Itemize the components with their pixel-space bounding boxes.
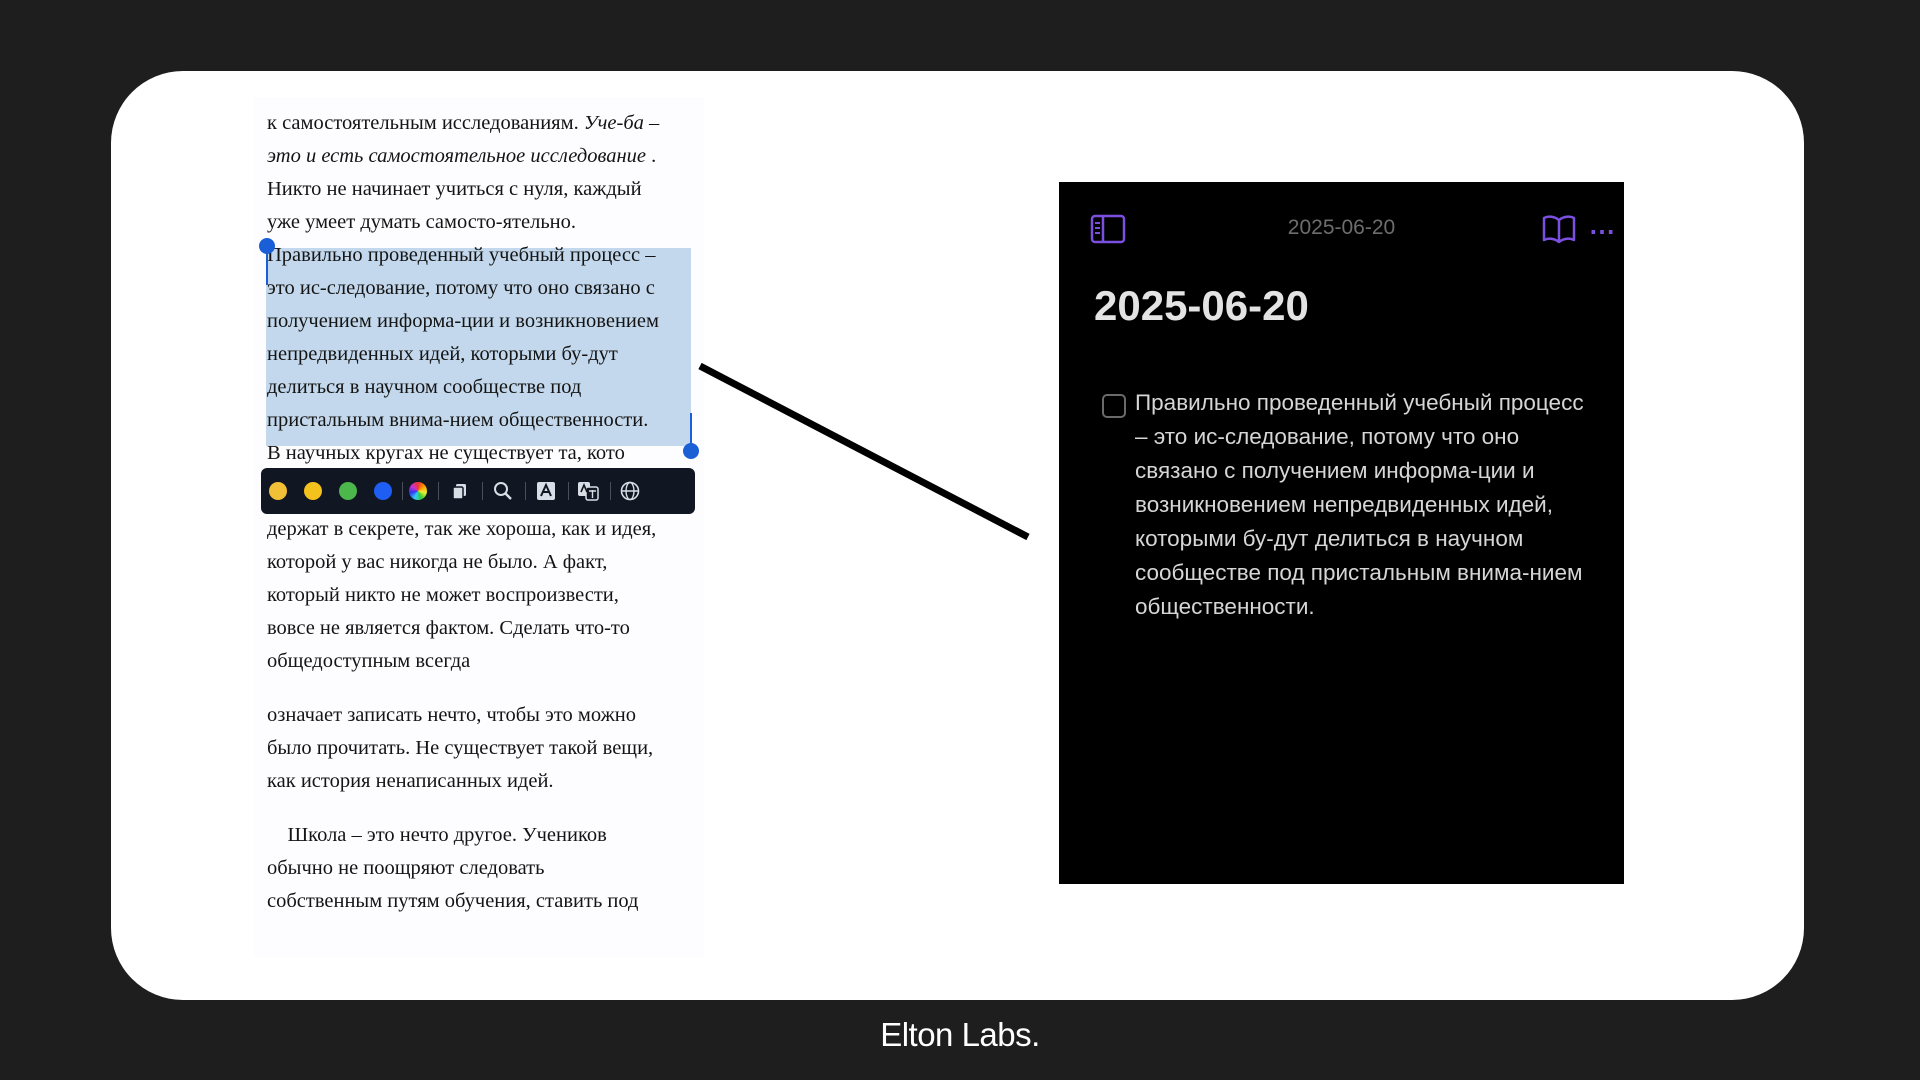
slide-card: к самостоятельным исследованиям. Уче-ба …: [111, 71, 1804, 1000]
note-title: 2025-06-20: [1094, 282, 1309, 329]
reading-mode-icon[interactable]: [1542, 214, 1576, 249]
notes-app-window: 2025-06-20 ⋯ 2025-06-20 Правильно провед…: [1059, 182, 1624, 884]
task-text-line: – это ис-следование, потому что оно: [1135, 424, 1520, 449]
task-text-line: которыми бу-дут делиться в научном: [1135, 526, 1524, 551]
task-text-line: возникновением непредвиденных идей,: [1135, 492, 1553, 517]
task-text-line: связано с получением информа-ции и: [1135, 458, 1535, 483]
task-text-line: общественности.: [1135, 594, 1315, 619]
more-options-icon[interactable]: ⋯: [1589, 216, 1616, 247]
task-text-line: сообществе под пристальным внима-нием: [1135, 560, 1583, 585]
task-text-line: Правильно проведенный учебный процесс: [1135, 390, 1584, 415]
header-date: 2025-06-20: [1287, 216, 1396, 239]
task-checkbox[interactable]: [1102, 394, 1126, 418]
brand-logo-text: Elton Labs.: [880, 1016, 1040, 1053]
